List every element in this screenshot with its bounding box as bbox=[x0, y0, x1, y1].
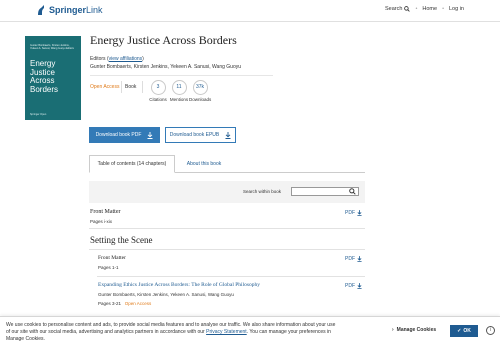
manage-cookies-button[interactable]: › Manage Cookies bbox=[392, 327, 436, 333]
divider bbox=[97, 276, 365, 277]
nav-separator: • bbox=[415, 6, 418, 12]
springer-horse-icon bbox=[38, 5, 44, 15]
metric-label: Downloads bbox=[189, 97, 212, 102]
cover-editors: Gunter Bombaerts, Kirsten Jenkins, Yekee… bbox=[30, 44, 74, 51]
editors-label: Editors (view affiliations) bbox=[90, 56, 144, 62]
search-icon[interactable] bbox=[349, 188, 356, 195]
metric-value: 3 bbox=[150, 80, 166, 95]
ok-label: OK bbox=[463, 328, 471, 334]
download-icon bbox=[147, 131, 153, 139]
download-icon bbox=[357, 210, 362, 216]
divider bbox=[89, 228, 365, 229]
content-type-label: Book bbox=[125, 84, 137, 90]
part-front-matter-pdf-link[interactable]: PDF bbox=[345, 256, 362, 262]
home-link[interactable]: Home bbox=[422, 6, 437, 12]
logo-text: SpringerLink bbox=[49, 5, 103, 15]
view-affiliations-link[interactable]: view affiliations bbox=[109, 56, 143, 62]
privacy-statement-link[interactable]: Privacy Statement bbox=[206, 329, 247, 335]
front-matter-title[interactable]: Front Matter bbox=[90, 209, 121, 215]
metric-label: Citations bbox=[149, 97, 167, 102]
divider bbox=[121, 81, 122, 93]
metric-downloads[interactable]: 37k Downloads bbox=[189, 80, 211, 102]
open-access-badge: Open Access bbox=[90, 84, 120, 90]
chapter-authors: Gunter Bombaerts, Kirsten Jenkins, Yekee… bbox=[98, 292, 234, 297]
metric-value: 37k bbox=[192, 80, 208, 95]
pdf-label: PDF bbox=[345, 210, 355, 216]
metric-mentions[interactable]: 11 Mentions bbox=[168, 80, 190, 102]
pdf-label: PDF bbox=[345, 283, 355, 289]
search-icon bbox=[404, 6, 411, 12]
ok-button[interactable]: ✓ OK bbox=[450, 325, 478, 337]
divider bbox=[90, 75, 273, 76]
site-header: SpringerLink Search • Home • Log in bbox=[0, 0, 500, 22]
book-cover: Gunter Bombaerts, Kirsten Jenkins, Yekee… bbox=[25, 36, 81, 120]
pdf-label: PDF bbox=[345, 256, 355, 262]
cookie-banner: We use cookies to personalise content an… bbox=[0, 316, 500, 348]
tab-table-of-contents[interactable]: Table of contents (14 chapters) bbox=[89, 155, 175, 173]
search-link-label: Search bbox=[385, 6, 403, 12]
front-matter-pdf-link[interactable]: PDF bbox=[345, 210, 362, 216]
cover-title: Energy Justice Across Borders bbox=[30, 59, 59, 94]
book-title: Energy Justice Across Borders bbox=[90, 33, 237, 47]
divider bbox=[142, 81, 143, 93]
chapter-open-access-badge: Open Access bbox=[124, 301, 152, 306]
springerlink-logo[interactable]: SpringerLink bbox=[36, 4, 103, 16]
cookie-message: We use cookies to personalise content an… bbox=[6, 322, 336, 342]
button-label: Download book PDF bbox=[95, 132, 142, 138]
download-icon bbox=[357, 256, 362, 262]
front-matter-pages: Pages i-xix bbox=[90, 219, 113, 224]
metric-citations[interactable]: 3 Citations bbox=[147, 80, 169, 102]
download-icon bbox=[357, 283, 362, 289]
button-label: Download book EPUB bbox=[169, 132, 220, 138]
divider bbox=[89, 249, 365, 250]
part-title[interactable]: Setting the Scene bbox=[90, 235, 153, 245]
info-icon[interactable]: i bbox=[486, 326, 495, 335]
chapter-pages: Pages 3-21 Open Access bbox=[98, 301, 152, 306]
metric-label: Mentions bbox=[169, 97, 189, 102]
part-front-matter-pages: Pages 1-1 bbox=[98, 265, 119, 270]
part-front-matter-title[interactable]: Front Matter bbox=[98, 255, 126, 261]
chapter-title-link[interactable]: Expanding Ethics Justice Across Borders:… bbox=[98, 282, 260, 288]
checkmark-icon: ✓ bbox=[457, 328, 462, 334]
download-book-pdf-button[interactable]: Download book PDF bbox=[89, 127, 160, 143]
login-link[interactable]: Log in bbox=[449, 6, 464, 12]
editors-names: Gunter Bombaerts, Kirsten Jenkins, Yekee… bbox=[90, 64, 242, 70]
download-book-epub-button[interactable]: Download book EPUB bbox=[165, 127, 236, 143]
cover-publisher: Springer Open bbox=[30, 113, 47, 116]
manage-cookies-label: Manage Cookies bbox=[396, 327, 437, 333]
search-link[interactable]: Search bbox=[385, 6, 411, 12]
metric-value: 11 bbox=[171, 80, 187, 95]
chevron-right-icon: › bbox=[392, 327, 394, 333]
search-within-book-label: Search within book bbox=[243, 189, 282, 194]
tab-about-this-book[interactable]: About this book bbox=[176, 155, 232, 173]
download-icon bbox=[225, 131, 231, 139]
nav-separator: • bbox=[442, 6, 444, 12]
header-nav: Search • Home • Log in bbox=[385, 6, 464, 12]
chapter-pdf-link[interactable]: PDF bbox=[345, 283, 362, 289]
